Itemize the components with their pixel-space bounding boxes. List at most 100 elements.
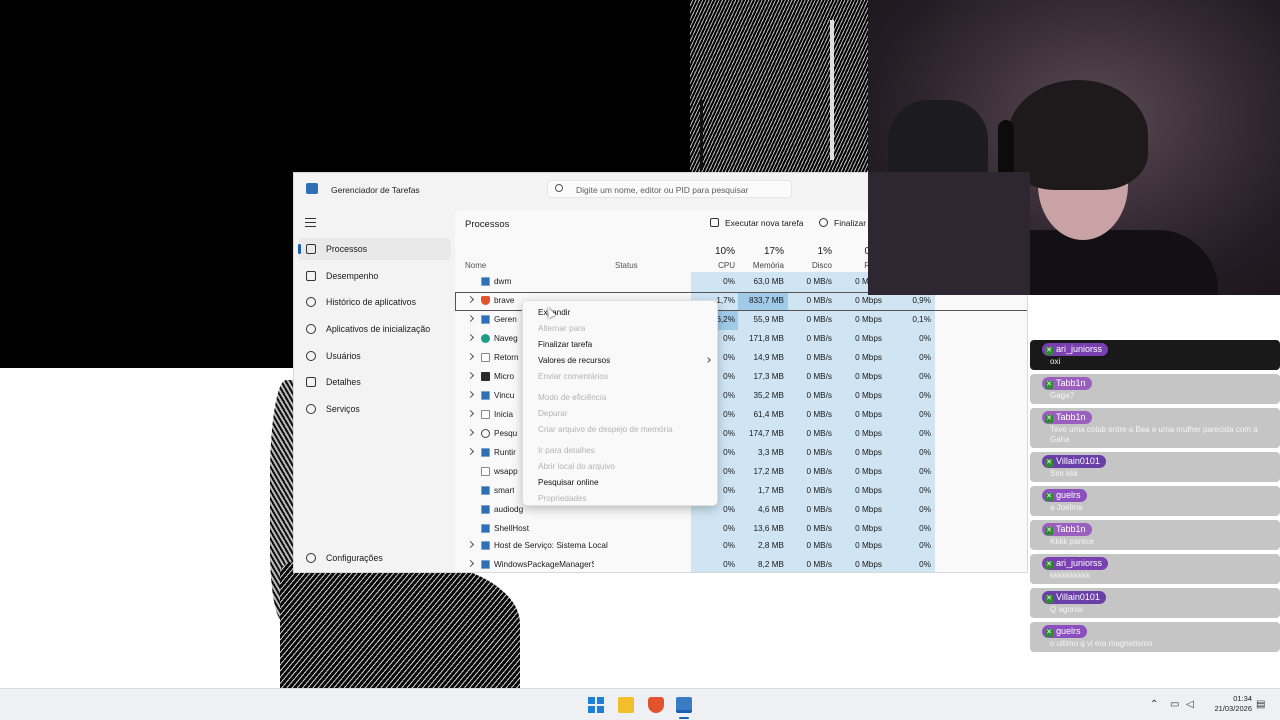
column-header-network[interactable]: R	[835, 261, 870, 270]
page-title: Processos	[465, 219, 510, 230]
expand-chevron-icon[interactable]	[466, 409, 475, 418]
expand-chevron-icon[interactable]	[466, 559, 475, 568]
taskbar: ⌃ ▭ ◁ 01:34 21/03/2026 ▤	[0, 688, 1280, 720]
run-task-icon	[710, 218, 719, 227]
nav-item-details[interactable]: Detalhes	[298, 371, 451, 393]
memory-cell: 55,9 MB	[753, 315, 785, 324]
task-manager-icon	[306, 183, 318, 194]
disk-cell: 0 MB/s	[806, 524, 832, 533]
notification-icon[interactable]: ▤	[1256, 699, 1265, 710]
task-manager-icon[interactable]	[676, 697, 692, 713]
process-name: Pesqu	[494, 429, 518, 438]
expand-chevron-icon[interactable]	[466, 540, 475, 549]
nav-label: Processos	[326, 244, 368, 254]
expand-chevron-icon[interactable]	[466, 390, 475, 399]
edge-icon	[481, 334, 490, 343]
chat-badge-icon: ✕	[1045, 595, 1053, 603]
cpu-total: 10%	[714, 246, 735, 257]
window-icon	[481, 541, 490, 550]
network-cell: 0 Mbps	[855, 391, 882, 400]
microsoft-app-icon	[481, 372, 490, 381]
chat-username: ✕ ari_juniorss	[1042, 343, 1109, 356]
clock[interactable]: 01:34 21/03/2026	[1210, 694, 1252, 714]
chat-text: Sim kkk	[1050, 469, 1078, 478]
nav-item-app-history[interactable]: Histórico de aplicativos	[298, 291, 451, 313]
chat-badge-icon: ✕	[1045, 381, 1053, 389]
network-cell: 0 Mbps	[855, 448, 882, 457]
chat-message: ✕ Villain0101 Q agonia	[1030, 588, 1280, 618]
chat-username: ✕ Tabb1n	[1042, 377, 1092, 390]
blank-app-icon	[481, 467, 490, 476]
volume-icon[interactable]: ◁	[1186, 699, 1194, 710]
nav-item-performance[interactable]: Desempenho	[298, 265, 451, 287]
network-cell: 0 Mbps	[855, 410, 882, 419]
nav-item-services[interactable]: Serviços	[298, 398, 451, 420]
expand-chevron-icon[interactable]	[466, 428, 475, 437]
nav-label: Histórico de aplicativos	[326, 297, 416, 307]
expand-chevron-icon[interactable]	[466, 314, 475, 323]
process-name: ShellHost	[494, 524, 530, 533]
chat-message: ✕ Villain0101 Sim kkk	[1030, 452, 1280, 482]
table-row[interactable]: WindowsPackageManagerSer... 0% 8,2 MB 0 …	[455, 556, 1027, 572]
background-hatching	[690, 0, 870, 180]
processes-icon	[306, 244, 316, 254]
window-icon	[481, 486, 490, 495]
menu-item-search-online[interactable]: Pesquisar online	[538, 478, 599, 487]
clock-time: 01:34	[1233, 694, 1252, 703]
chat-message: ✕ ari_juniorss kkkkkkkkkk	[1030, 554, 1280, 584]
column-header-disk[interactable]: Disco	[788, 261, 832, 270]
chat-text: Q agonia	[1050, 605, 1083, 614]
table-row[interactable]: Host de Serviço: Sistema Local 0% 2,8 MB…	[455, 537, 1027, 556]
column-header-cpu[interactable]: CPU	[691, 261, 735, 270]
gpu-cell: 0%	[919, 353, 931, 362]
brave-icon[interactable]	[648, 697, 664, 713]
disk-cell: 0 MB/s	[806, 372, 832, 381]
network-icon[interactable]: ▭	[1170, 699, 1179, 710]
chat-badge-icon: ✕	[1045, 561, 1053, 569]
column-header-name[interactable]: Nome	[465, 261, 486, 270]
nav-item-settings[interactable]: Configurações	[298, 547, 451, 569]
blank-app-icon	[481, 353, 490, 362]
nav-item-users[interactable]: Usuários	[298, 345, 451, 367]
expand-chevron-icon[interactable]	[466, 447, 475, 456]
menu-item-debug: Depurar	[538, 409, 568, 418]
process-name: Retorn	[494, 353, 519, 362]
expand-chevron-icon[interactable]	[466, 333, 475, 342]
disk-cell: 0 MB/s	[806, 296, 832, 305]
nav-label: Aplicativos de inicialização	[326, 324, 431, 334]
network-cell: 0 Mbps	[855, 524, 882, 533]
menu-item-open-file-location: Abrir local do arquivo	[538, 462, 615, 471]
nav-item-startup-apps[interactable]: Aplicativos de inicialização	[298, 318, 451, 340]
chat-badge-icon: ✕	[1045, 415, 1053, 423]
run-new-task-button[interactable]: Executar nova tarefa	[710, 218, 803, 228]
chat-text: Kkkk parece	[1050, 537, 1095, 546]
tray-chevron-up-icon[interactable]: ⌃	[1150, 699, 1158, 710]
chat-username: ✕ Tabb1n	[1042, 523, 1092, 536]
hamburger-menu-icon[interactable]	[305, 218, 316, 227]
menu-item-resource-values[interactable]: Valores de recursos	[538, 356, 610, 365]
memory-cell: 171,8 MB	[748, 334, 784, 343]
chat-message: ✕ guelrs o ultimo q vi era magnetismo	[1030, 622, 1280, 652]
brave-icon	[481, 296, 490, 305]
gpu-cell: 0%	[919, 334, 931, 343]
chat-username: ✕ Villain0101	[1042, 591, 1106, 604]
nav-item-processes[interactable]: Processos	[298, 238, 451, 260]
column-header-status[interactable]: Status	[615, 261, 638, 270]
disk-cell: 0 MB/s	[806, 410, 832, 419]
nav-label: Configurações	[326, 553, 383, 563]
end-task-button[interactable]: Finalizar t	[819, 218, 871, 228]
network-cell: 0 Mbps	[855, 315, 882, 324]
window-icon	[481, 277, 490, 286]
file-explorer-icon[interactable]	[618, 697, 634, 713]
menu-item-end-task[interactable]: Finalizar tarefa	[538, 340, 592, 349]
expand-chevron-icon[interactable]	[466, 371, 475, 380]
chat-text: oxi	[1050, 357, 1061, 366]
memory-cell: 17,3 MB	[753, 372, 785, 381]
windows-start-icon[interactable]	[588, 697, 604, 713]
expand-chevron-icon[interactable]	[466, 295, 475, 304]
expand-chevron-icon[interactable]	[466, 352, 475, 361]
chat-text: o ultimo q vi era magnetismo	[1050, 639, 1153, 648]
column-header-memory[interactable]: Memória	[738, 261, 784, 270]
disk-cell: 0 MB/s	[806, 541, 832, 550]
search-input[interactable]: Digite um nome, editor ou PID para pesqu…	[547, 180, 792, 198]
